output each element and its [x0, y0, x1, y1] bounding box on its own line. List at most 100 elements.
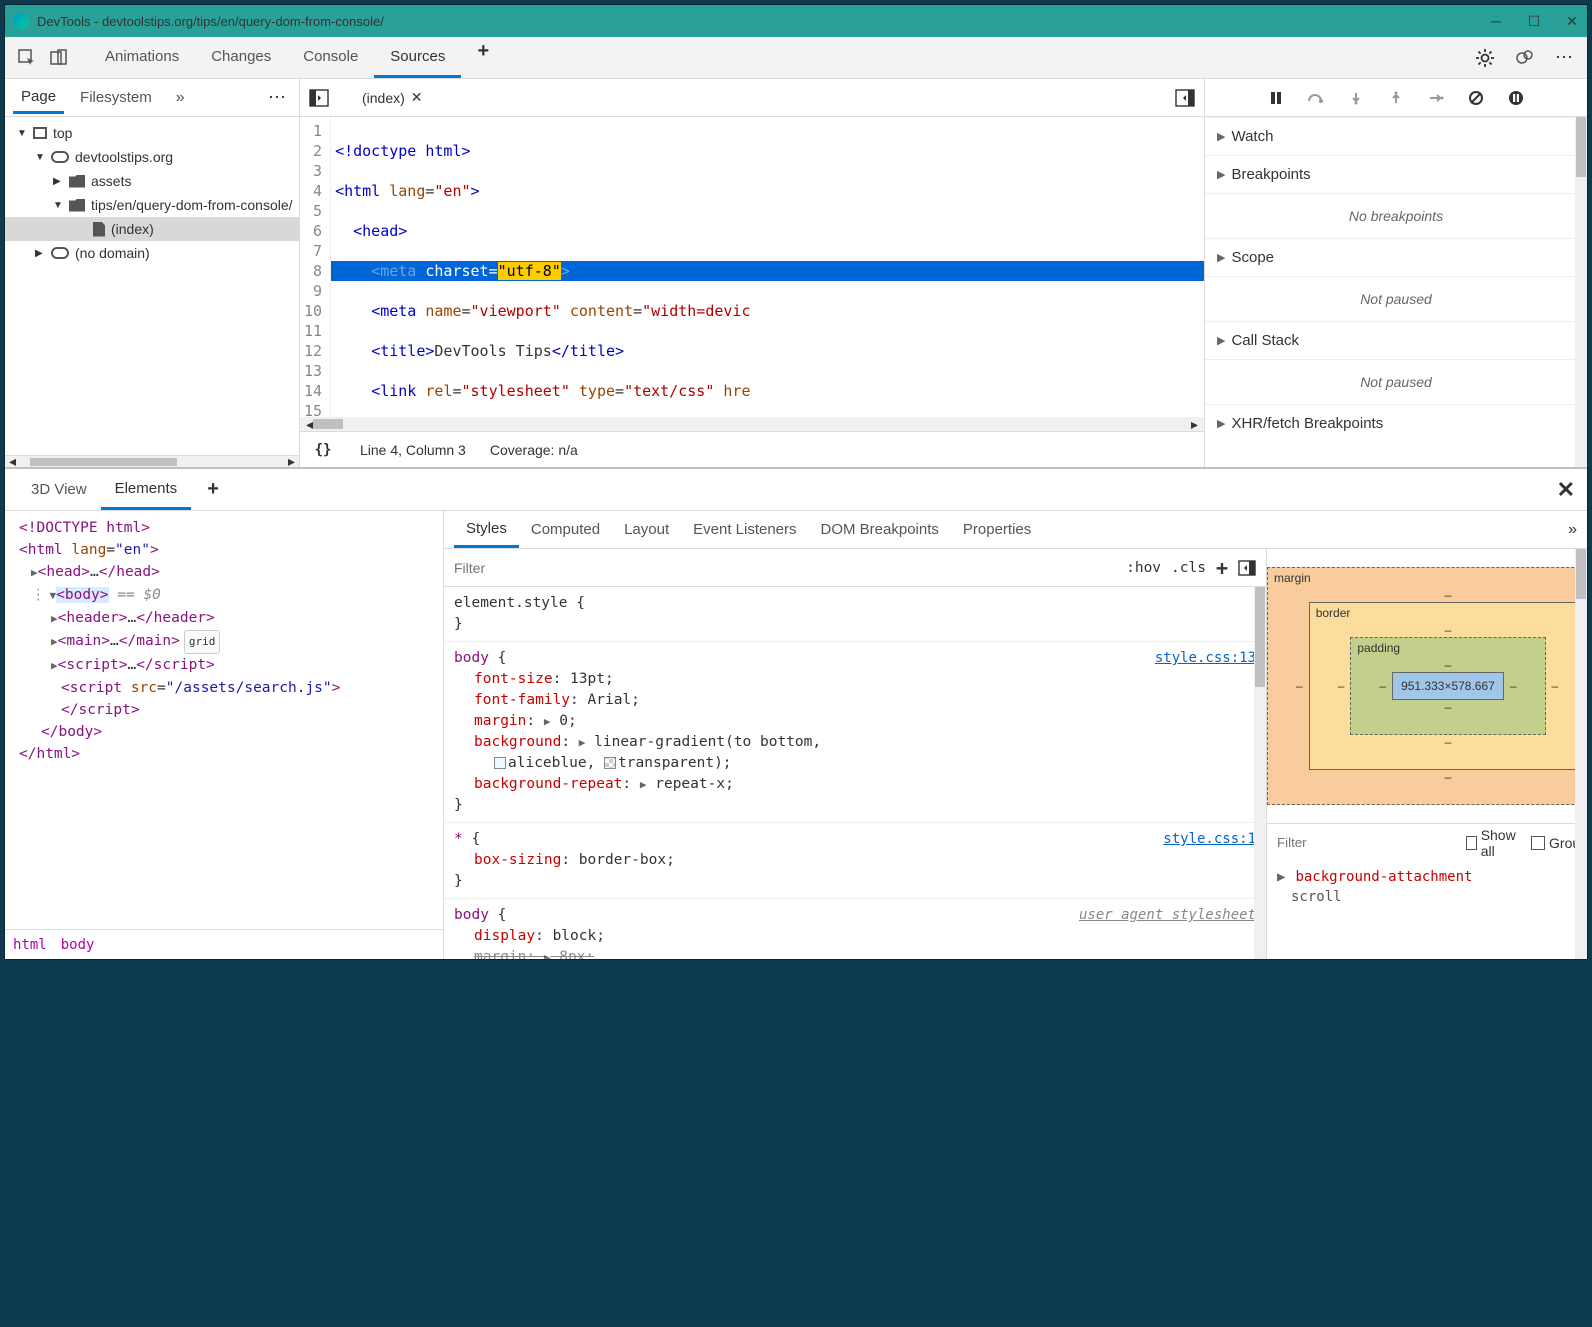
styles-overflow-icon[interactable]: »: [1568, 521, 1577, 539]
device-toggle-icon[interactable]: [45, 44, 73, 72]
step-over-icon[interactable]: [1305, 87, 1327, 109]
window-icon: [33, 127, 47, 139]
breadcrumb: html body: [5, 929, 443, 959]
pause-icon[interactable]: [1265, 87, 1287, 109]
rule-body[interactable]: style.css:13 body { font-size: 13pt; fon…: [444, 642, 1266, 823]
styles-tab-dombp[interactable]: DOM Breakpoints: [809, 513, 951, 546]
add-tab-icon[interactable]: +: [469, 38, 497, 66]
more-icon[interactable]: ⋯: [1551, 44, 1579, 72]
editor-hscrollbar[interactable]: ◂▸: [300, 417, 1204, 431]
tab-sources[interactable]: Sources: [374, 38, 461, 78]
settings-icon[interactable]: [1471, 44, 1499, 72]
nav-hscrollbar[interactable]: ◂ ▸: [5, 455, 299, 467]
rule-elementstyle[interactable]: element.style { }: [444, 587, 1266, 642]
tab-console[interactable]: Console: [287, 38, 374, 78]
box-model[interactable]: margin – – border – –: [1267, 567, 1587, 805]
nav-tab-overflow-icon[interactable]: »: [168, 83, 193, 113]
close-tab-icon[interactable]: ✕: [411, 89, 423, 106]
debug-vscrollbar[interactable]: [1575, 117, 1587, 467]
minimize-button[interactable]: ─: [1489, 14, 1503, 28]
add-drawer-tab-icon[interactable]: +: [199, 476, 227, 504]
crumb-html[interactable]: html: [13, 937, 47, 953]
tab-elements[interactable]: Elements: [101, 470, 192, 510]
styles-filter-input[interactable]: [454, 560, 1116, 576]
step-icon[interactable]: [1425, 87, 1447, 109]
folder-icon: [69, 175, 85, 188]
tab-animations[interactable]: Animations: [89, 38, 195, 78]
xhr-section[interactable]: ▶XHR/fetch Breakpoints: [1205, 404, 1587, 442]
nav-more-icon[interactable]: ⋯: [263, 84, 291, 112]
inspect-element-icon[interactable]: [13, 44, 41, 72]
styles-vscrollbar[interactable]: [1254, 587, 1266, 959]
bm-content: 951.333×578.667: [1392, 672, 1504, 700]
feedback-icon[interactable]: [1511, 44, 1539, 72]
pause-on-exceptions-icon[interactable]: [1505, 87, 1527, 109]
computed-val: scroll: [1291, 887, 1577, 907]
rule-body-ua[interactable]: user agent stylesheet body { display: bl…: [444, 899, 1266, 959]
cls-button[interactable]: .cls: [1171, 560, 1206, 576]
callstack-body: Not paused: [1205, 359, 1587, 404]
editor-tab-label: (index): [362, 90, 405, 106]
styles-tab-layout[interactable]: Layout: [612, 513, 681, 546]
tree-index[interactable]: (index): [5, 217, 299, 241]
showall-checkbox[interactable]: Show all: [1466, 827, 1519, 859]
step-out-icon[interactable]: [1385, 87, 1407, 109]
tree-nodomain[interactable]: ▶ (no domain): [5, 241, 299, 265]
bm-border-label: border: [1316, 606, 1351, 620]
computed-filter-input[interactable]: [1277, 835, 1454, 850]
toggle-debugger-icon[interactable]: [1172, 85, 1198, 111]
editor-panel: (index) ✕ 123456789101112131415 <!doctyp…: [300, 79, 1205, 467]
navigator-panel: Page Filesystem » ⋯ ▼ top ▼ devtoolstips…: [5, 79, 300, 467]
toggle-computed-icon[interactable]: [1238, 560, 1256, 576]
dom-tree[interactable]: <!DOCTYPE html> <html lang="en"> ▶<head>…: [5, 511, 443, 929]
callstack-section[interactable]: ▶Call Stack: [1205, 321, 1587, 359]
styles-tab-eventlisteners[interactable]: Event Listeners: [681, 513, 808, 546]
toggle-navigator-icon[interactable]: [306, 85, 332, 111]
cloud-icon: [51, 151, 69, 163]
close-button[interactable]: ✕: [1565, 14, 1579, 28]
tree-top[interactable]: ▼ top: [5, 121, 299, 145]
bm-margin-label: margin: [1274, 571, 1311, 585]
editor-tab-index[interactable]: (index) ✕: [352, 83, 433, 112]
nav-tab-filesystem[interactable]: Filesystem: [72, 83, 160, 112]
line-gutter: 123456789101112131415: [300, 117, 331, 417]
tree-tips[interactable]: ▼ tips/en/query-dom-from-console/: [5, 193, 299, 217]
rule-universal[interactable]: style.css:1 * { box-sizing: border-box; …: [444, 823, 1266, 899]
close-drawer-icon[interactable]: ✕: [1557, 477, 1575, 503]
maximize-button[interactable]: ☐: [1527, 14, 1541, 28]
computed-vscrollbar[interactable]: [1575, 549, 1587, 959]
tree-domain[interactable]: ▼ devtoolstips.org: [5, 145, 299, 169]
tree-nodomain-label: (no domain): [75, 245, 150, 261]
step-into-icon[interactable]: [1345, 87, 1367, 109]
computed-list[interactable]: ▶ background-attachment scroll: [1267, 861, 1587, 913]
code-editor[interactable]: 123456789101112131415 <!doctype html> <h…: [300, 117, 1204, 417]
styles-tab-properties[interactable]: Properties: [951, 513, 1043, 546]
scope-section[interactable]: ▶Scope: [1205, 238, 1587, 276]
new-style-rule-icon[interactable]: +: [1216, 556, 1228, 580]
debugger-panel: ▶Watch ▶Breakpoints No breakpoints ▶Scop…: [1205, 79, 1587, 467]
deactivate-breakpoints-icon[interactable]: [1465, 87, 1487, 109]
tab-3dview[interactable]: 3D View: [17, 471, 101, 508]
coverage-status: Coverage: n/a: [490, 442, 578, 458]
ua-label: user agent stylesheet: [1079, 905, 1256, 926]
main-toolbar: Animations Changes Console Sources + ⋯: [5, 37, 1587, 79]
link-stylecss1[interactable]: style.css:1: [1163, 829, 1256, 850]
tab-changes[interactable]: Changes: [195, 38, 287, 78]
watch-section[interactable]: ▶Watch: [1205, 117, 1587, 155]
crumb-body[interactable]: body: [61, 937, 95, 953]
tree-assets-label: assets: [91, 173, 131, 189]
pretty-print-icon[interactable]: {}: [310, 437, 336, 463]
styles-tab-computed[interactable]: Computed: [519, 513, 612, 546]
bm-padding-label: padding: [1357, 641, 1400, 655]
hov-button[interactable]: :hov: [1126, 560, 1161, 576]
breakpoints-section[interactable]: ▶Breakpoints: [1205, 155, 1587, 193]
nav-tab-page[interactable]: Page: [13, 82, 64, 114]
folder-icon: [69, 199, 85, 212]
styles-tab-styles[interactable]: Styles: [454, 512, 519, 548]
styles-panel-wrap: Styles Computed Layout Event Listeners D…: [443, 511, 1587, 959]
breakpoints-body: No breakpoints: [1205, 193, 1587, 238]
scope-body: Not paused: [1205, 276, 1587, 321]
tree-assets[interactable]: ▶ assets: [5, 169, 299, 193]
link-stylecss13[interactable]: style.css:13: [1155, 648, 1256, 669]
window-title: DevTools - devtoolstips.org/tips/en/quer…: [37, 14, 1489, 29]
